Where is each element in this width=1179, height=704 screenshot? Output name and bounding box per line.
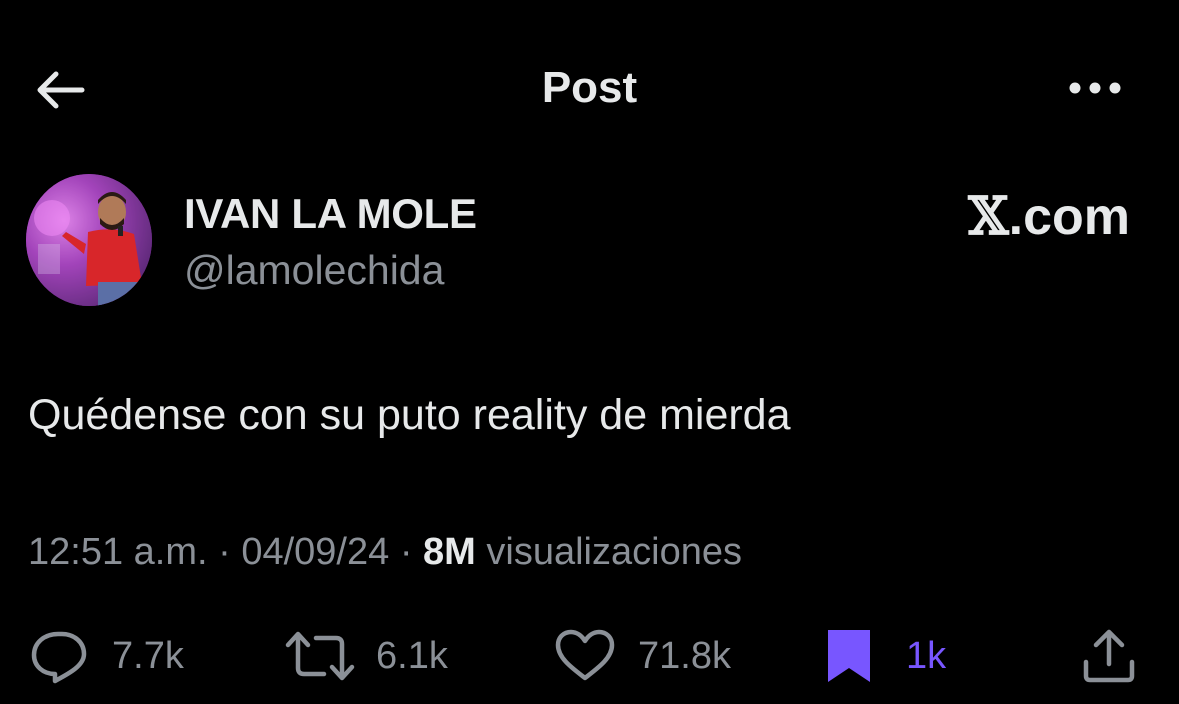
x-com-watermark: 𝕏.com (930, 186, 1130, 248)
reply-icon (31, 631, 87, 684)
avatar-photo (26, 174, 152, 306)
x-logo-icon: 𝕏 (968, 186, 1009, 247)
top-bar: Post (0, 0, 1179, 176)
meta-separator: · (218, 531, 231, 573)
like-button[interactable]: 71.8k (552, 618, 731, 694)
author-handle[interactable]: @lamolechida (184, 244, 444, 296)
post-date[interactable]: 04/09/24 (241, 531, 389, 573)
post-time[interactable]: 12:51 a.m. (28, 531, 208, 573)
meta-separator: · (399, 531, 413, 573)
reply-button[interactable]: 7.7k (28, 618, 184, 694)
bookmark-button[interactable]: 1k (824, 618, 946, 694)
share-icon (1083, 629, 1135, 683)
post-text: Quédense con su puto reality de mierda (28, 391, 791, 439)
avatar[interactable] (26, 174, 152, 306)
repost-icon (285, 631, 355, 681)
views-label: visualizaciones (486, 531, 742, 573)
action-bar: 7.7k 6.1k 71.8k 1k (0, 618, 1179, 694)
more-horizontal-icon (1069, 82, 1121, 94)
repost-button[interactable]: 6.1k (284, 618, 448, 694)
like-count: 71.8k (638, 635, 731, 677)
reply-count: 7.7k (112, 635, 184, 677)
post-meta: 12:51 a.m. · 04/09/24 · 8M visualizacion… (28, 528, 742, 576)
bookmark-filled-icon (828, 630, 870, 682)
more-options-button[interactable] (1060, 66, 1130, 110)
repost-count: 6.1k (376, 635, 448, 677)
heart-icon (555, 629, 615, 681)
views-count: 8M (423, 531, 476, 573)
author-display-name[interactable]: IVAN LA MOLE (184, 188, 477, 240)
brand-suffix: .com (1008, 188, 1130, 246)
share-button[interactable] (1078, 618, 1140, 694)
bookmark-count: 1k (906, 635, 947, 677)
page-title: Post (541, 63, 638, 112)
